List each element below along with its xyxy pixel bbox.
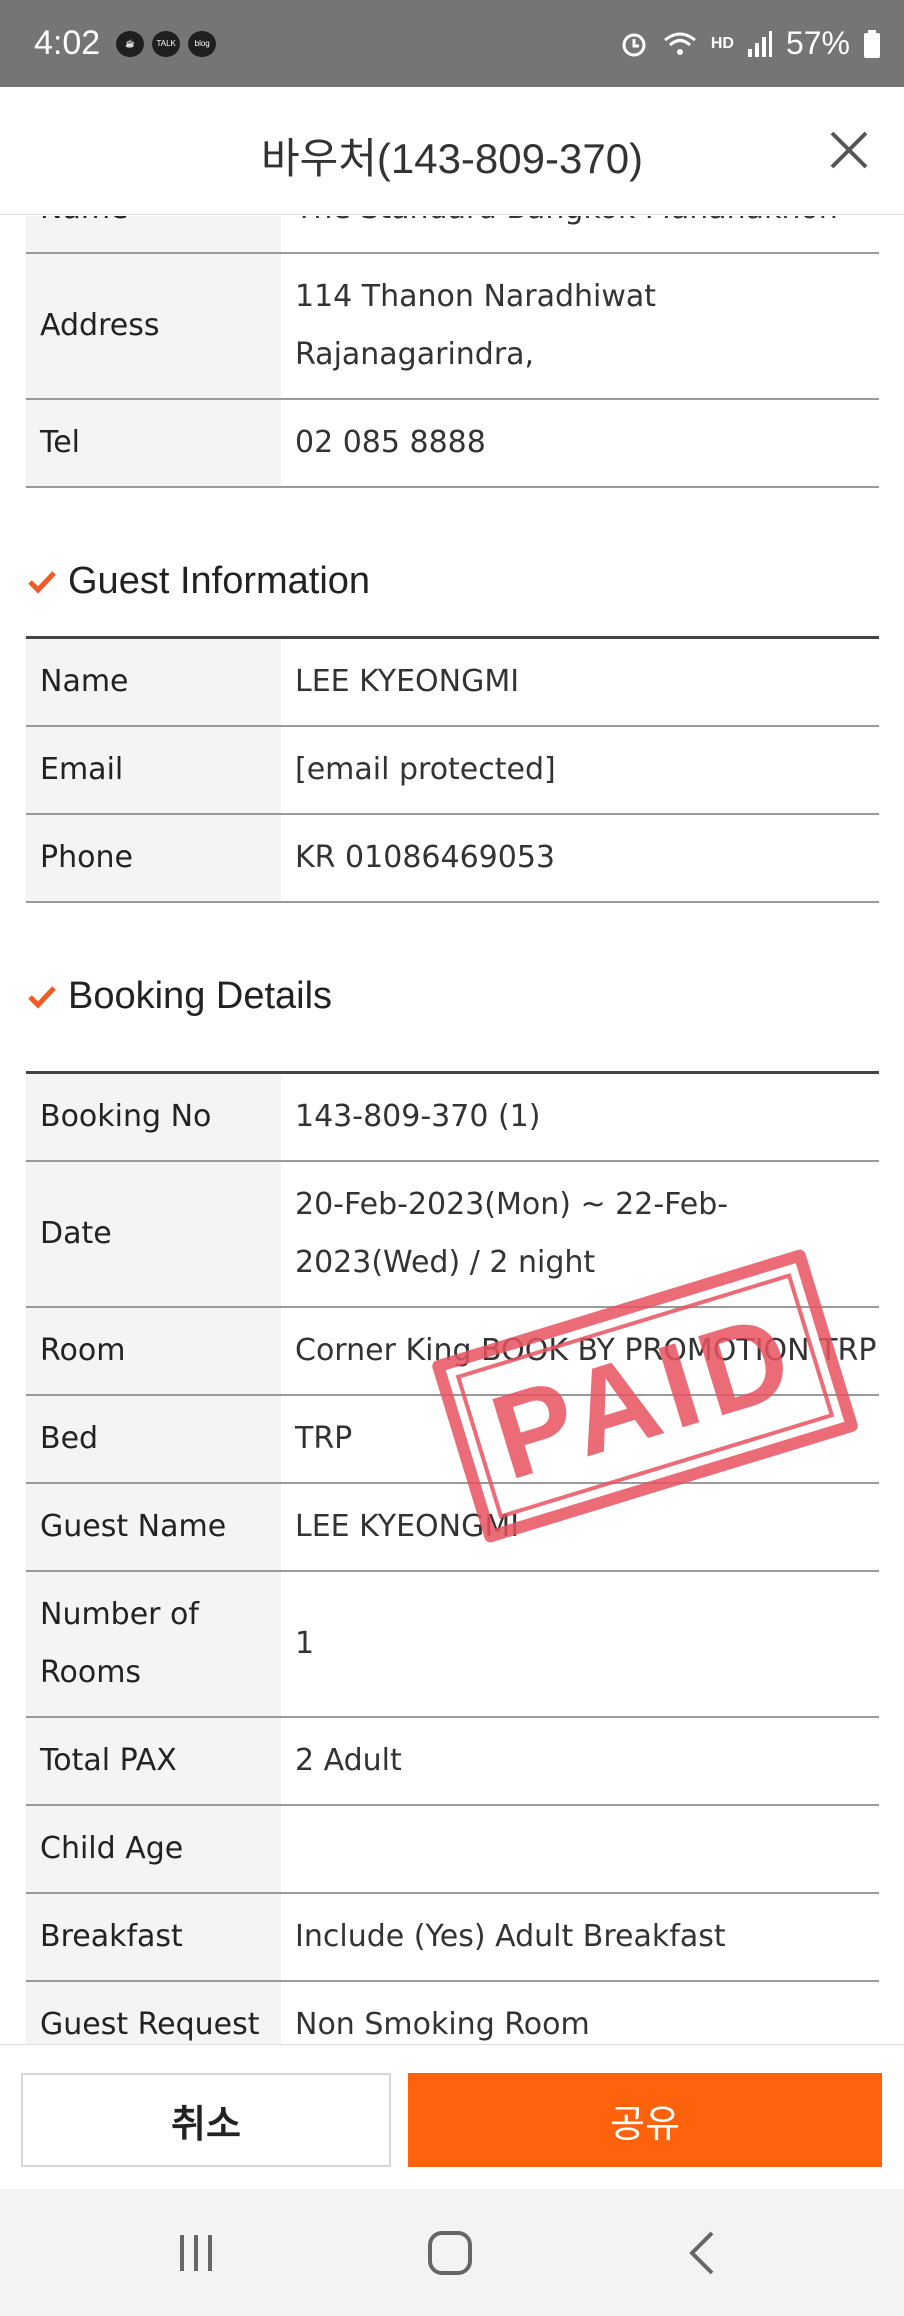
row-label: Bed — [26, 1395, 281, 1484]
row-label: Booking No — [26, 1071, 281, 1162]
table-row: Total PAX 2 Adult — [26, 1717, 879, 1806]
table-row: Number of Rooms 1 — [26, 1571, 879, 1718]
status-time: 4:02 — [34, 24, 101, 62]
row-value: 02 085 8888 — [281, 399, 879, 488]
row-label: Name — [26, 216, 281, 254]
booking-details-heading: Booking Details — [26, 941, 904, 1051]
system-nav-bar — [0, 2189, 904, 2316]
row-label: Address — [26, 253, 281, 400]
row-value: 2 Adult — [281, 1717, 879, 1806]
hotel-info-table: NameThe Standard Bangkok Mahanakhon Addr… — [26, 216, 879, 488]
alarm-icon — [622, 33, 646, 56]
row-value: TRP — [281, 1395, 879, 1484]
row-label: Total PAX — [26, 1717, 281, 1806]
bottom-action-bar: 취소 공유 — [0, 2044, 904, 2189]
kakaotalk-icon: TALK — [152, 30, 181, 57]
row-label: Date — [26, 1161, 281, 1308]
table-row: Date 20-Feb-2023(Mon) ~ 22-Feb-2023(Wed) … — [26, 1161, 879, 1308]
row-label: Email — [26, 726, 281, 815]
booking-details-table: Booking No 143-809-370 (1) Date 20-Feb-202… — [26, 1071, 879, 2044]
row-label: Breakfast — [26, 1893, 281, 1982]
signal-icon — [747, 30, 772, 57]
cancel-button[interactable]: 취소 — [21, 2073, 391, 2167]
table-row: Guest Name LEE KYEONGMI — [26, 1483, 879, 1572]
row-value: 1 — [281, 1571, 879, 1718]
close-icon — [830, 131, 868, 169]
table-row: Tel 02 085 8888 — [26, 399, 879, 488]
row-value: [email protected] — [281, 726, 879, 815]
table-row: Guest Request Non Smoking Room — [26, 1981, 879, 2044]
row-label: Tel — [26, 399, 281, 488]
home-button[interactable] — [420, 2223, 480, 2283]
page-title: 바우처(143-809-370) — [260, 135, 644, 182]
row-value: Non Smoking Room — [281, 1981, 879, 2044]
wifi-icon — [663, 32, 696, 55]
voucher-scroll-area: NameThe Standard Bangkok Mahanakhon Addr… — [0, 216, 904, 2044]
recent-apps-icon — [180, 2235, 212, 2271]
notification-icons: ☕ TALK blog — [116, 30, 217, 57]
row-label: Room — [26, 1307, 281, 1396]
row-value: LEE KYEONGMI — [281, 636, 879, 727]
row-value: LEE KYEONGMI — [281, 1483, 879, 1572]
table-row: Address 114 Thanon Naradhiwat Rajanagarin… — [26, 253, 879, 400]
battery-icon — [864, 29, 880, 58]
hd-voice-icon: HD — [710, 34, 734, 52]
table-row: Email [email protected] — [26, 726, 879, 815]
row-value: 114 Thanon Naradhiwat Rajanagarindra, — [281, 253, 879, 400]
row-value: Corner King BOOK BY PROMOTION TRP — [281, 1307, 879, 1396]
recent-apps-button[interactable] — [166, 2223, 226, 2283]
table-row: NameThe Standard Bangkok Mahanakhon — [26, 216, 879, 254]
status-bar: 4:02 ☕ TALK blog HD 57% — [0, 0, 904, 87]
voucher-content[interactable]: NameThe Standard Bangkok Mahanakhon Addr… — [0, 216, 904, 2044]
table-row: Bed TRP — [26, 1395, 879, 1484]
row-label: Name — [26, 636, 281, 727]
row-label: Child Age — [26, 1805, 281, 1894]
row-label: Number of Rooms — [26, 1571, 281, 1718]
blog-icon: blog — [188, 30, 217, 57]
coffee-icon: ☕ — [116, 30, 145, 57]
row-label: Guest Request — [26, 1981, 281, 2044]
close-button[interactable] — [824, 125, 874, 175]
guest-info-table: Name LEE KYEONGMI Email [email protected] … — [26, 636, 879, 903]
table-row: Room Corner King BOOK BY PROMOTION TRP — [26, 1307, 879, 1396]
row-value: 20-Feb-2023(Mon) ~ 22-Feb-2023(Wed) / 2 … — [281, 1161, 879, 1308]
share-button[interactable]: 공유 — [408, 2073, 882, 2167]
row-value: 143-809-370 (1) — [281, 1071, 879, 1162]
table-row: Name LEE KYEONGMI — [26, 636, 879, 727]
table-row: Breakfast Include (Yes) Adult Breakfast — [26, 1893, 879, 1982]
table-row: Child Age — [26, 1805, 879, 1894]
section-title: Guest Information — [68, 559, 371, 602]
table-row: Booking No 143-809-370 (1) — [26, 1071, 879, 1162]
back-icon — [689, 2231, 714, 2275]
back-button[interactable] — [674, 2223, 734, 2283]
home-icon — [428, 2231, 472, 2275]
guest-info-heading: Guest Information — [26, 526, 904, 636]
voucher-header: 바우처(143-809-370) — [0, 87, 904, 215]
check-icon — [28, 571, 56, 594]
row-label: Phone — [26, 814, 281, 903]
section-title: Booking Details — [68, 974, 333, 1017]
row-label: Guest Name — [26, 1483, 281, 1572]
row-value — [281, 1805, 879, 1894]
battery-percent: 57% — [785, 25, 850, 61]
status-indicators: HD 57% — [619, 25, 880, 62]
row-value: The Standard Bangkok Mahanakhon — [281, 216, 879, 254]
row-value: Include (Yes) Adult Breakfast — [281, 1893, 879, 1982]
check-icon — [28, 986, 56, 1009]
table-row: Phone KR 01086469053 — [26, 814, 879, 903]
row-value: KR 01086469053 — [281, 814, 879, 903]
